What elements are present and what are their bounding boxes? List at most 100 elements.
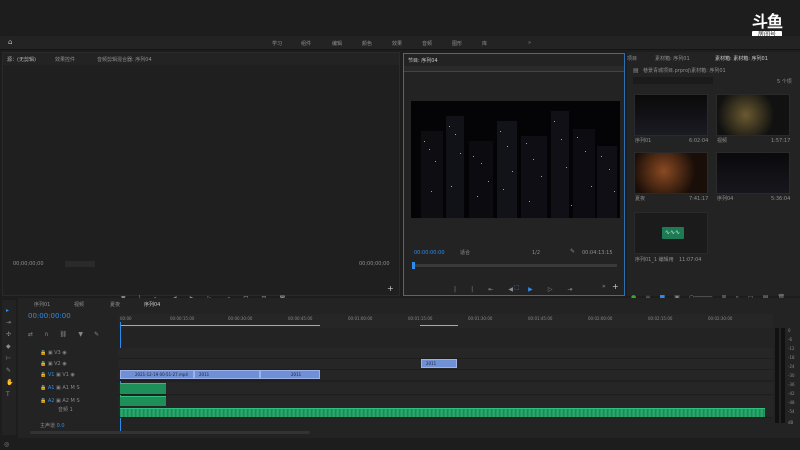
nest-icon[interactable]: ⇄ (28, 332, 33, 338)
marker-icon[interactable]: ▼ (78, 332, 83, 338)
program-fit-dropdown[interactable]: 适合 (460, 250, 470, 256)
program-ruler (404, 66, 624, 72)
ruler-label: 00:01:00:00 (348, 316, 373, 321)
clip-v1-main[interactable]: 2021-12-19 00-51-27.mp4 (120, 370, 194, 379)
audio-clip-a1[interactable] (120, 383, 166, 394)
tab-seq-summer[interactable]: 夏夜 (110, 301, 120, 308)
thumb-2[interactable] (716, 94, 790, 136)
mark-out-icon[interactable]: | (471, 287, 473, 293)
add-button-icon[interactable]: + (387, 285, 394, 293)
type-icon[interactable]: T (6, 392, 10, 398)
source-monitor: 源：(无剪辑) 效果控件 音频剪辑混合器: 序列04 00;00;00;00 0… (2, 52, 400, 302)
tab-program[interactable]: 节目: 序列04 (408, 57, 438, 64)
time-ruler[interactable]: 00:00 00:00:15:00 00:00:30:00 00:00:45:0… (118, 314, 773, 328)
track-v3-label: 🔒 ▣ V3 ◉ (40, 350, 67, 356)
workspace-audio[interactable]: 音频 (422, 40, 432, 47)
clip-v2[interactable]: 2011 (421, 359, 457, 368)
tab-bin-1[interactable]: 素材箱: 序列01 (655, 55, 690, 62)
meter-label: -18 (788, 355, 795, 360)
clip-v1-b[interactable]: 2011 (194, 370, 260, 379)
linked-icon[interactable]: ⛓ (60, 332, 68, 338)
status-bar: ◎ (0, 440, 800, 450)
thumb-1[interactable] (634, 94, 708, 136)
pen-icon[interactable]: ✎ (6, 368, 11, 374)
track-v3[interactable] (118, 348, 773, 359)
go-to-out-icon[interactable]: ⇥ (568, 287, 573, 293)
work-area-bar-2[interactable] (420, 325, 458, 326)
thumb-3-duration: 7:41:17 (689, 196, 709, 202)
home-icon[interactable]: ⌂ (8, 39, 12, 46)
go-to-in-icon[interactable]: ⇤ (488, 287, 493, 293)
add-button-icon[interactable]: + (612, 283, 619, 291)
tab-bin-2[interactable]: 素材箱: 素材箱: 序列01 (715, 55, 768, 62)
track-a1-label: 🔒 A1 ▣ A1 M S (40, 385, 80, 391)
ripple-edit-icon[interactable]: ✣ (6, 332, 11, 338)
tab-seq-video[interactable]: 视频 (74, 301, 84, 308)
track-v1-label: 🔒 V1 ▣ V1 ◉ (40, 372, 75, 378)
thumb-5[interactable]: ∿∿∿ (634, 212, 708, 254)
snap-icon[interactable]: ∩ (44, 332, 48, 338)
program-quality-dropdown[interactable]: 1/2 (532, 250, 540, 256)
program-playhead[interactable] (412, 262, 415, 269)
thumb-5-name: 序列01_1 编辑用 (635, 257, 674, 263)
wrench-icon[interactable]: ✎ (570, 249, 575, 255)
tab-seq-04[interactable]: 序列04 (144, 301, 160, 308)
tab-project[interactable]: 项目 (627, 55, 637, 62)
step-back-icon[interactable]: ◀ (508, 287, 513, 293)
tab-effect-controls[interactable]: 效果控件 (55, 56, 75, 63)
workspace-editing[interactable]: 编辑 (332, 40, 342, 47)
ruler-label: 00:02:30:00 (708, 316, 733, 321)
program-scrubber[interactable] (412, 264, 617, 267)
ruler-label: 00:00:45:00 (288, 316, 313, 321)
track-v1[interactable]: 2021-12-19 00-51-27.mp4 2011 2011 (118, 370, 773, 381)
watermark-logo: 斗鱼 (751, 12, 783, 31)
audio-clip-music[interactable] (120, 408, 765, 417)
workspace-graphics[interactable]: 图形 (452, 40, 462, 47)
track-select-icon[interactable]: ⇥ (6, 320, 11, 326)
thumb-3[interactable] (634, 152, 708, 194)
clip-v1-c[interactable]: 2011 (260, 370, 320, 379)
selection-tool-icon[interactable]: ▸ (6, 308, 9, 314)
step-forward-icon[interactable]: ▷ (548, 287, 553, 293)
ruler-label: 00:02:15:00 (648, 316, 673, 321)
tab-seq-01[interactable]: 序列01 (34, 301, 50, 308)
source-tabs: 源：(无剪辑) 效果控件 音频剪辑混合器: 序列04 (3, 53, 399, 65)
thumb-1-duration: 6:02:04 (689, 138, 709, 144)
project-item-count: 5 个项 (777, 79, 792, 85)
thumb-3-name: 夏夜 (635, 196, 646, 202)
play-icon[interactable]: ▶ (528, 287, 533, 293)
source-zoom-dropdown[interactable] (65, 261, 95, 267)
workspace-assembly[interactable]: 组件 (301, 40, 311, 47)
tab-source[interactable]: 源：(无剪辑) (7, 56, 36, 63)
timeline-timecode[interactable]: 00:00:00:00 (28, 312, 71, 320)
meter-label: 0 (788, 328, 791, 333)
workspace-learn[interactable]: 学习 (272, 40, 282, 47)
more-icon[interactable]: » (602, 284, 606, 290)
source-transport: ▼ | ⇤ ◀ ▶ ▷ ⇥ ⊟ ⊞ ◙ (121, 285, 331, 302)
settings-wrench-icon[interactable]: ✎ (94, 332, 99, 338)
workspace-libraries[interactable]: 库 (482, 40, 487, 47)
workspace-color[interactable]: 颜色 (362, 40, 372, 47)
mark-in-icon[interactable]: | (454, 287, 456, 293)
track-a1[interactable] (118, 383, 773, 395)
project-path: 巷景青城项目.prproj\素材箱: 序列01 (643, 68, 726, 74)
slip-icon[interactable]: ⊢ (6, 356, 11, 362)
project-footer: ● ≡ ■ ▣ ○───── ≣ ⌕ ▭ ▤ 🗑 (631, 284, 796, 301)
workspace-effects[interactable]: 效果 (392, 40, 402, 47)
work-area-bar[interactable] (120, 325, 320, 326)
audio-clip-a2-top[interactable] (120, 396, 166, 406)
timeline-zoom-scrollbar[interactable] (30, 431, 310, 434)
ruler-label: 00:02:00:00 (588, 316, 613, 321)
thumb-4[interactable] (716, 152, 790, 194)
razor-icon[interactable]: ◆ (6, 344, 11, 350)
track-a2[interactable] (118, 396, 773, 418)
hand-icon[interactable]: ✋ (6, 380, 13, 386)
meter-label: -12 (788, 346, 795, 351)
timeline-tabs: 序列01 视频 夏夜 序列04 (18, 298, 773, 310)
thumb-5-duration: 11:07:04 (679, 257, 702, 263)
workspace-more[interactable]: » (528, 40, 531, 46)
source-timecode-right: 00;00;00;00 (359, 261, 390, 267)
track-v2[interactable]: 2011 (118, 359, 773, 370)
tab-audio-mixer[interactable]: 音频剪辑混合器: 序列04 (97, 56, 152, 63)
project-search-input[interactable] (633, 77, 713, 84)
